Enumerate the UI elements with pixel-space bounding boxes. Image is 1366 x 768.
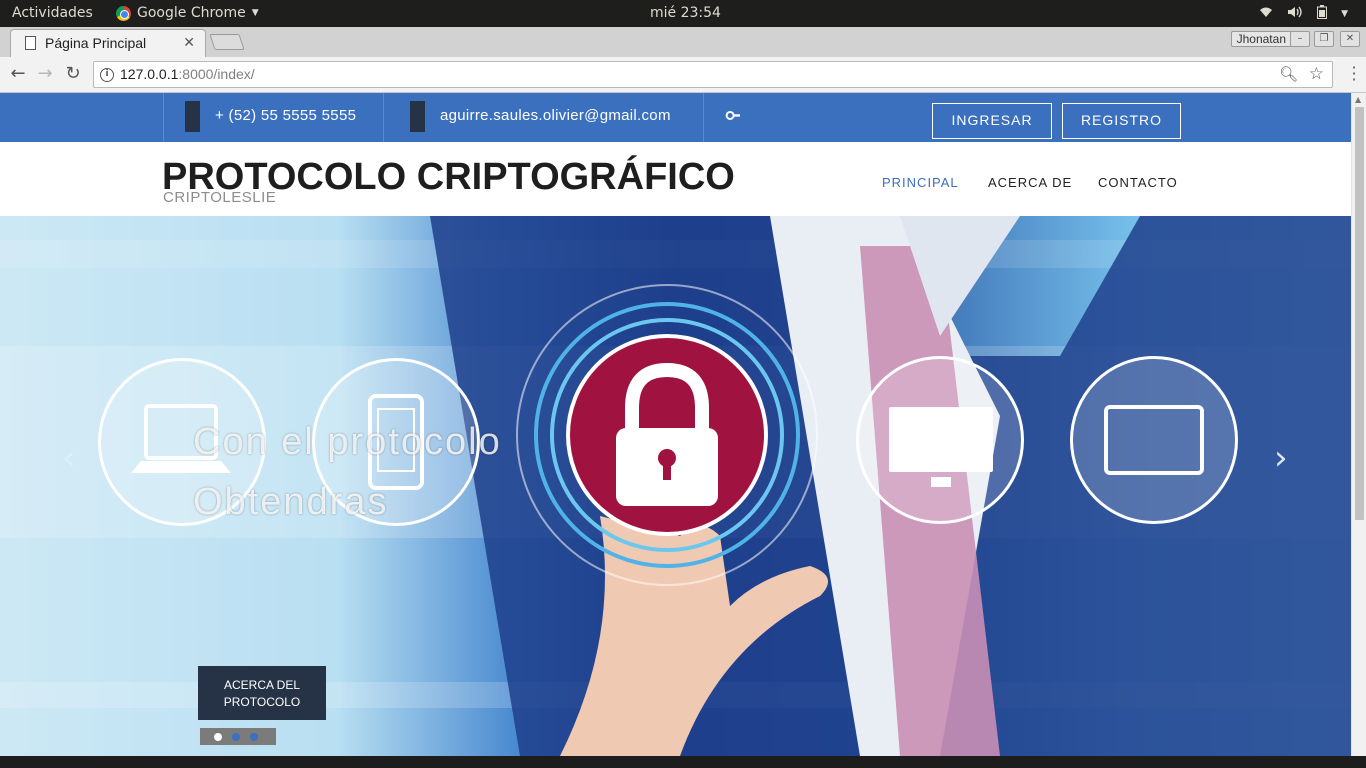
- reload-icon[interactable]: ↻: [62, 64, 84, 86]
- system-tray[interactable]: ▼: [1259, 5, 1348, 23]
- divider: [163, 93, 164, 142]
- slider-dot-1[interactable]: [214, 732, 222, 741]
- contact-top-bar: + (52) 55 5555 5555 aguirre.saules.olivi…: [0, 93, 1351, 142]
- login-button[interactable]: INGRESAR: [932, 103, 1052, 139]
- tab-close-icon[interactable]: ✕: [183, 35, 195, 51]
- about-protocol-button[interactable]: ACERCA DEL PROTOCOLO: [198, 666, 326, 720]
- url-host: 127.0.0.1: [120, 66, 179, 82]
- page-viewport: + (52) 55 5555 5555 aguirre.saules.olivi…: [0, 93, 1366, 756]
- slider-prev-icon[interactable]: ‹: [62, 438, 76, 478]
- tab-pagina-principal[interactable]: Página Principal ✕: [10, 29, 206, 57]
- activities-button[interactable]: Actividades: [12, 5, 93, 21]
- back-arrow-icon[interactable]: ←: [7, 64, 29, 86]
- phone-icon: [185, 101, 200, 132]
- battery-icon[interactable]: [1317, 5, 1328, 23]
- phone-number: + (52) 55 5555 5555: [215, 107, 357, 124]
- window-bottom-edge: [0, 756, 1366, 768]
- monitor-icon: [856, 356, 1024, 524]
- maximize-icon[interactable]: ❐: [1314, 31, 1334, 47]
- nav-contacto[interactable]: CONTACTO: [1098, 175, 1178, 190]
- url-path: :8000/index/: [178, 66, 255, 82]
- tablet-icon: [1070, 356, 1238, 524]
- tab-title: Página Principal: [45, 35, 147, 51]
- search-icon[interactable]: [722, 105, 745, 128]
- scroll-up-icon[interactable]: ▲: [1355, 95, 1361, 104]
- document-icon: [25, 36, 36, 50]
- slider-next-icon[interactable]: ›: [1274, 438, 1288, 478]
- site-header: PROTOCOLO CRIPTOGRÁFICO CRIPTOLESLIE PRI…: [0, 142, 1351, 216]
- profile-button[interactable]: Jhonatan: [1230, 31, 1292, 47]
- minimize-icon[interactable]: –: [1290, 31, 1310, 47]
- divider: [703, 93, 704, 142]
- power-menu-caret-icon[interactable]: ▼: [1341, 9, 1348, 19]
- forward-arrow-icon[interactable]: →: [34, 64, 56, 86]
- nav-principal[interactable]: PRINCIPAL: [882, 175, 959, 190]
- app-menu-label: Google Chrome: [137, 5, 246, 21]
- browser-toolbar: ← → ↻ i 127.0.0.1:8000/index/ 🔍︎ ☆ · · ·: [0, 57, 1366, 93]
- chrome-logo-icon: [116, 5, 131, 21]
- register-button[interactable]: REGISTRO: [1062, 103, 1181, 139]
- site-subtitle: CRIPTOLESLIE: [163, 189, 277, 206]
- browser-menu-icon[interactable]: · · ·: [1350, 60, 1358, 88]
- hero-caption: Con el protocolo Obtendras: [193, 421, 502, 523]
- scrollbar-thumb[interactable]: [1355, 107, 1364, 520]
- info-icon[interactable]: i: [100, 68, 114, 82]
- hero-slider: Con el protocolo Obtendras ‹ › ACERCA DE…: [0, 216, 1351, 756]
- system-clock[interactable]: mié 23:54: [650, 5, 721, 21]
- address-bar[interactable]: i 127.0.0.1:8000/index/ 🔍︎ ☆: [93, 61, 1333, 88]
- email-icon: [410, 101, 425, 132]
- divider: [383, 93, 384, 142]
- volume-icon[interactable]: [1287, 6, 1303, 22]
- email-address: aguirre.saules.olivier@gmail.com: [440, 107, 671, 124]
- tab-strip: Página Principal ✕ Jhonatan – ❐ ✕: [0, 27, 1366, 57]
- wifi-icon[interactable]: [1259, 6, 1273, 22]
- system-top-bar: Actividades Google Chrome ▼ mié 23:54 ▼: [0, 0, 1366, 27]
- slider-dot-3[interactable]: [250, 732, 258, 741]
- slider-dot-2[interactable]: [232, 732, 240, 741]
- lock-icon: [566, 334, 768, 536]
- caret-down-icon: ▼: [251, 8, 259, 18]
- page-scrollbar[interactable]: ▲: [1351, 93, 1366, 756]
- new-tab-button[interactable]: [209, 34, 245, 50]
- zoom-icon[interactable]: 🔍︎: [1279, 65, 1298, 83]
- url-text[interactable]: 127.0.0.1:8000/index/: [120, 66, 255, 82]
- close-window-icon[interactable]: ✕: [1340, 31, 1360, 47]
- app-menu[interactable]: Google Chrome ▼: [116, 5, 259, 21]
- slider-pagination: [200, 728, 276, 745]
- nav-acerca-de[interactable]: ACERCA DE: [988, 175, 1072, 190]
- bookmark-star-icon[interactable]: ☆: [1309, 64, 1324, 84]
